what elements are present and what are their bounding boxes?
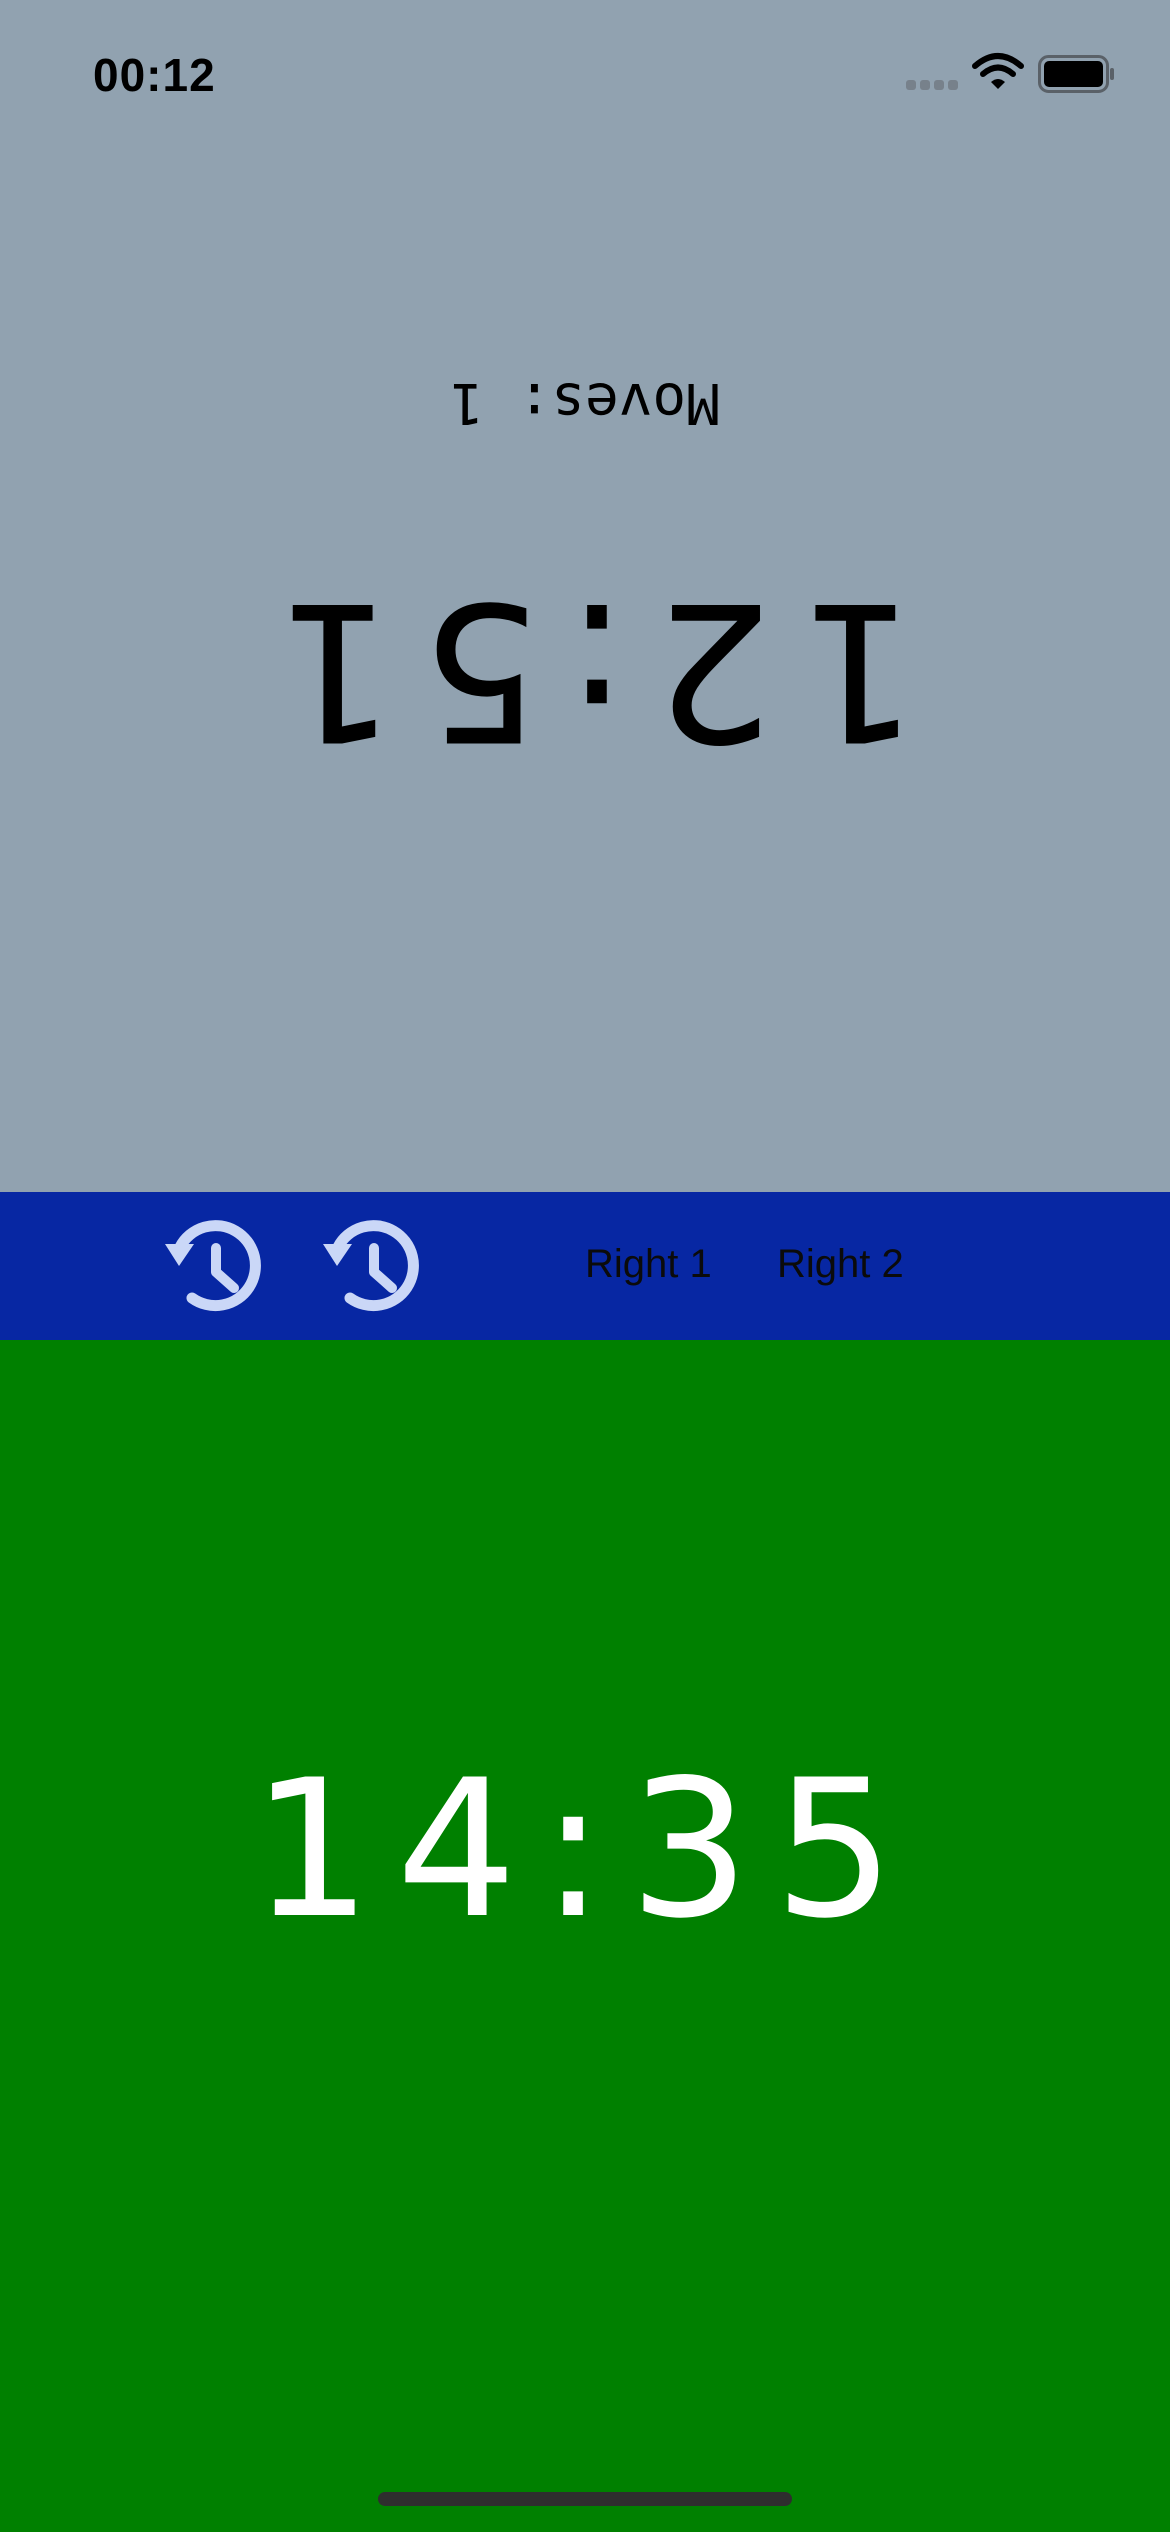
cellular-signal-icon: [906, 80, 960, 92]
wifi-icon: [972, 53, 1024, 89]
home-indicator[interactable]: [378, 2492, 792, 2506]
undo-button-1[interactable]: [160, 1212, 270, 1322]
history-icon: [165, 1220, 261, 1312]
status-time: 00:12: [93, 49, 216, 101]
status-bar: 00:12: [0, 0, 1170, 150]
battery-icon: [1038, 55, 1114, 93]
right-1-button[interactable]: Right 1: [585, 1236, 712, 1292]
undo-button-2[interactable]: [318, 1212, 428, 1322]
bottom-player-clock: 14:35: [251, 1739, 919, 1960]
moves-counter: Moves: 1: [450, 370, 720, 435]
right-2-button[interactable]: Right 2: [777, 1236, 904, 1292]
history-icon: [323, 1220, 419, 1312]
top-player-clock: 12:51: [251, 560, 919, 781]
